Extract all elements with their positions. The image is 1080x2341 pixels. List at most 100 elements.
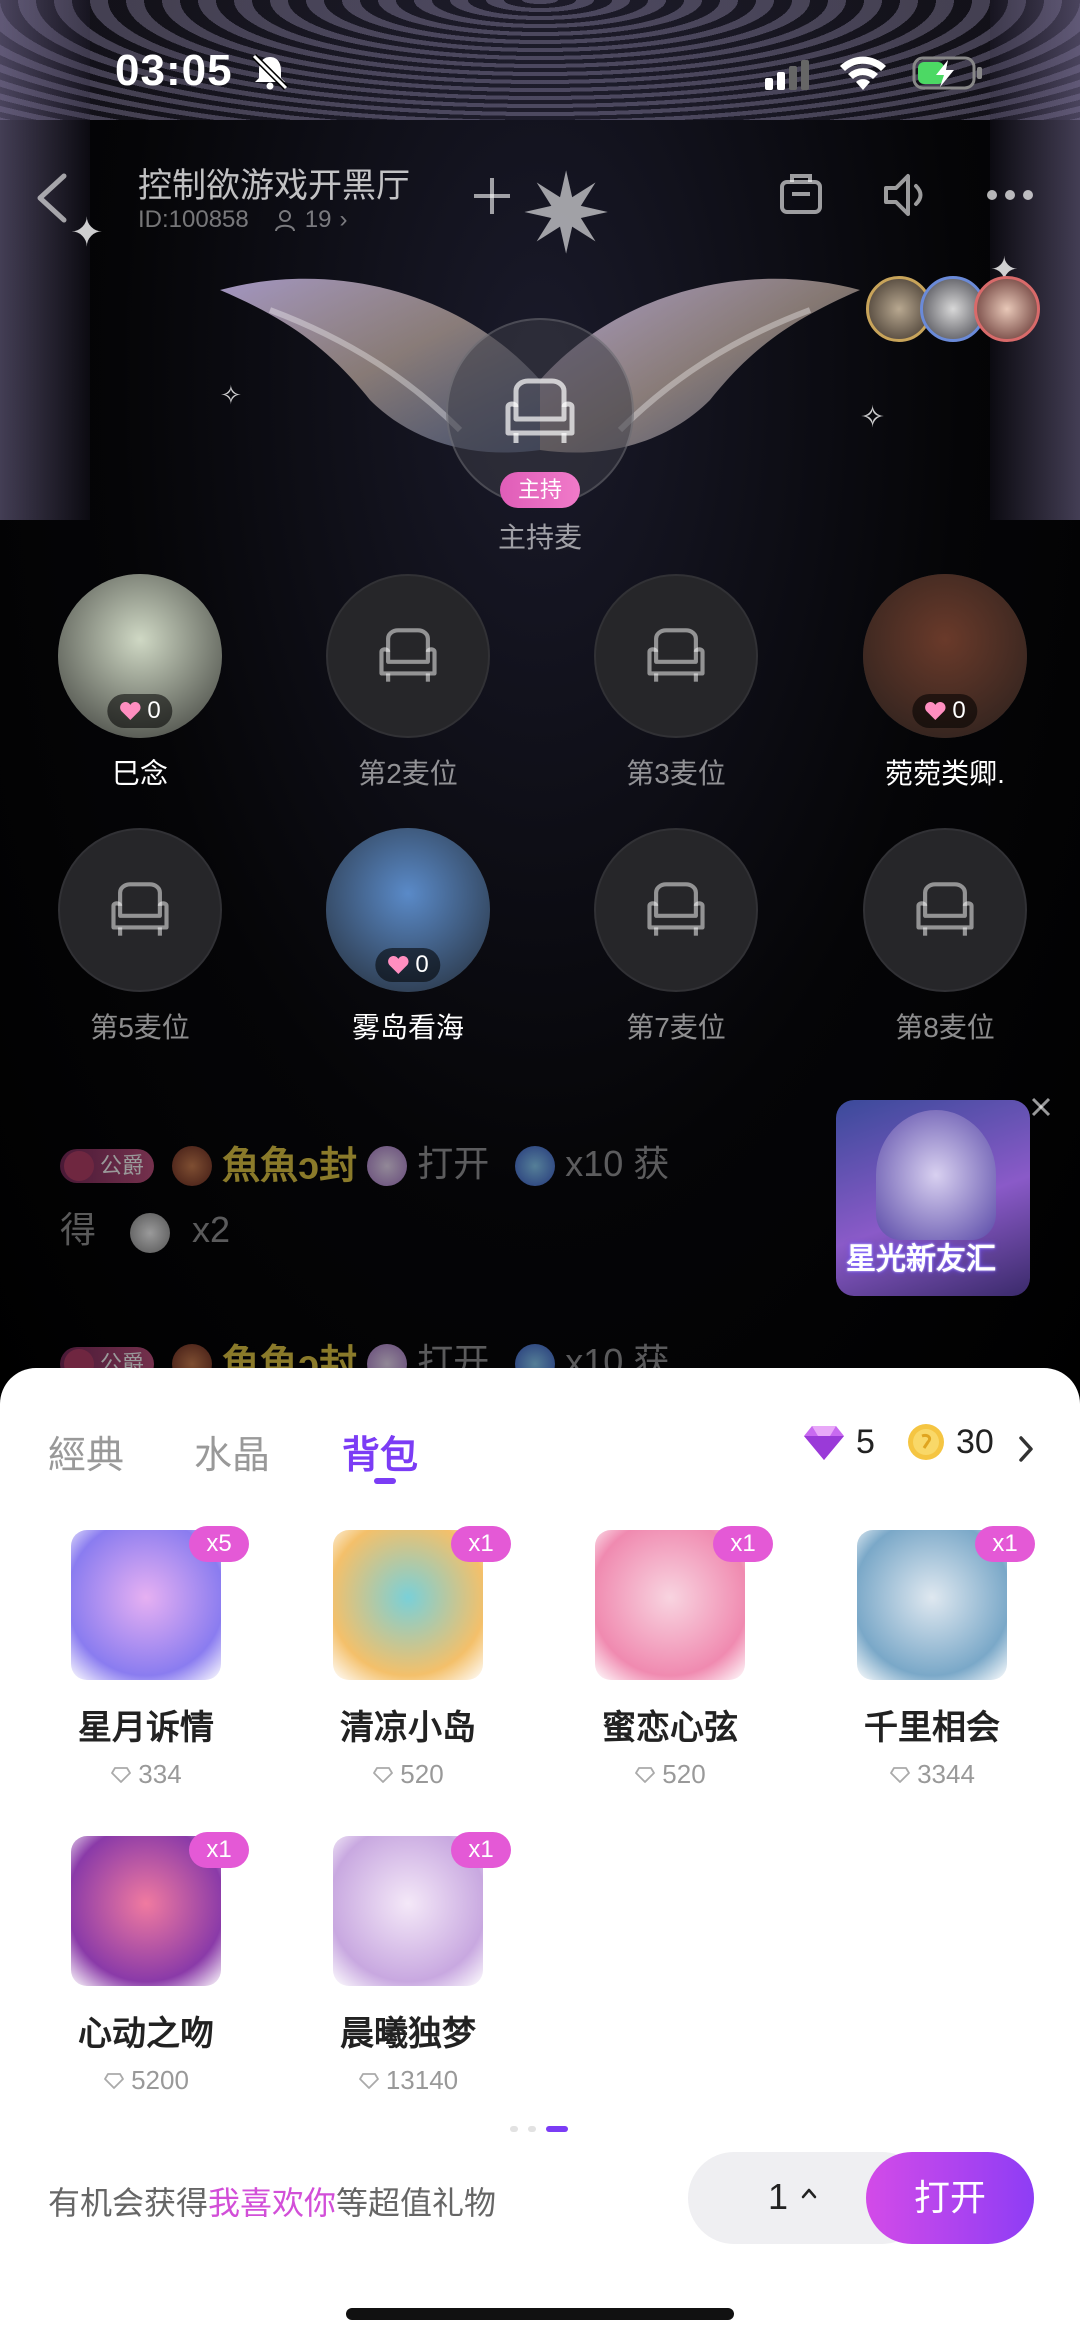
seat-name: 雾岛看海 bbox=[351, 1012, 464, 1043]
gift-item[interactable]: x1 清凉小岛 520 bbox=[298, 1526, 518, 1790]
tab-underline bbox=[374, 1478, 396, 1484]
page-dot bbox=[528, 2126, 536, 2132]
online-users[interactable] bbox=[866, 276, 1046, 346]
close-icon[interactable] bbox=[1026, 1092, 1056, 1122]
gift-price: 520 bbox=[298, 1759, 518, 1790]
mic-seat[interactable]: 第8麦位 bbox=[860, 828, 1030, 1046]
diamond-icon bbox=[804, 1426, 844, 1460]
promo-character bbox=[876, 1110, 996, 1240]
gift-price-value: 13140 bbox=[385, 2065, 459, 2095]
gift-item[interactable]: x1 心动之吻 5200 bbox=[36, 1832, 256, 2096]
chat-result-line2: 得 bbox=[60, 1209, 97, 1251]
gift-item[interactable]: x1 蜜恋心弦 520 bbox=[560, 1526, 780, 1790]
message-icon[interactable] bbox=[778, 172, 824, 218]
gift-item[interactable]: x1 千里相会 3344 bbox=[822, 1526, 1042, 1790]
tab-classic[interactable]: 經典 bbox=[48, 1424, 124, 1479]
hint-highlight[interactable]: 我喜欢你 bbox=[208, 2185, 336, 2221]
mic-seat[interactable]: 第2麦位 bbox=[323, 574, 493, 792]
seat-name: 第8麦位 bbox=[895, 1012, 995, 1043]
empty-seat[interactable] bbox=[58, 828, 222, 992]
gift-name: 清凉小岛 bbox=[340, 1709, 476, 1747]
gift-price: 13140 bbox=[298, 2065, 518, 2096]
mic-seat[interactable]: 第7麦位 bbox=[591, 828, 761, 1046]
reward-hint: 有机会获得我喜欢你等超值礼物 bbox=[48, 2178, 496, 2224]
back-icon[interactable] bbox=[30, 170, 74, 226]
heart-count: 0 bbox=[147, 697, 161, 724]
mic-seat[interactable]: 0 巳念 bbox=[55, 574, 225, 792]
gift-item[interactable]: x5 星月诉情 334 bbox=[36, 1526, 256, 1790]
seat-icon bbox=[916, 882, 974, 936]
follow-room-button[interactable] bbox=[462, 166, 522, 226]
tab-crystal[interactable]: 水晶 bbox=[194, 1424, 270, 1479]
speaker-icon[interactable] bbox=[882, 172, 932, 218]
seat-icon bbox=[647, 628, 705, 682]
star-decoration: ✦ bbox=[70, 211, 104, 255]
avatar[interactable]: 0 bbox=[58, 574, 222, 738]
status-time: 03:05 bbox=[115, 46, 233, 95]
page-indicator bbox=[510, 2126, 568, 2132]
chevron-right-small-icon: › bbox=[339, 206, 348, 233]
seat-name: 第2麦位 bbox=[358, 758, 458, 789]
mic-seat[interactable]: 0 雾岛看海 bbox=[323, 828, 493, 1046]
empty-seat[interactable] bbox=[594, 574, 758, 738]
mic-seat[interactable]: 0 菀菀类卿. bbox=[860, 574, 1030, 792]
host-badge: 主持 bbox=[500, 472, 580, 508]
mic-seat[interactable]: 第5麦位 bbox=[55, 828, 225, 1046]
room-meta: ID:100858 19 › bbox=[138, 206, 347, 234]
person-icon bbox=[274, 210, 295, 232]
page-dot-active bbox=[546, 2126, 568, 2132]
empty-seat[interactable] bbox=[594, 828, 758, 992]
bell-off-icon bbox=[251, 53, 289, 91]
battery-icon bbox=[912, 56, 982, 90]
gift-image bbox=[71, 1836, 221, 1986]
chat-qty: x10 bbox=[565, 1143, 624, 1184]
chevron-right-icon[interactable] bbox=[1016, 1434, 1036, 1464]
avatar[interactable]: 0 bbox=[326, 828, 490, 992]
mic-seat[interactable]: 第3麦位 bbox=[591, 574, 761, 792]
seat-name: 第5麦位 bbox=[90, 1012, 190, 1043]
chat-action: 打开 bbox=[417, 1143, 490, 1184]
coin-count: 30 bbox=[956, 1422, 994, 1461]
coin-balance[interactable]: 30 bbox=[906, 1422, 994, 1462]
chat-result: 获 bbox=[633, 1143, 670, 1184]
coin-icon bbox=[908, 1424, 944, 1460]
gift-image bbox=[595, 1530, 745, 1680]
heart-count: 0 bbox=[952, 697, 966, 724]
room-title: 控制欲游戏开黑厅 bbox=[138, 167, 410, 205]
gift-price-value: 334 bbox=[138, 1759, 182, 1789]
gift-image bbox=[333, 1530, 483, 1680]
hint-prefix: 有机会获得 bbox=[48, 2185, 209, 2221]
gift-price-value: 520 bbox=[662, 1759, 706, 1789]
seat-icon bbox=[505, 378, 575, 443]
drink-icon bbox=[130, 1212, 171, 1253]
gift-item[interactable]: x1 晨曦独梦 13140 bbox=[298, 1832, 518, 2096]
gift-box-icon bbox=[367, 1146, 408, 1187]
promo-banner[interactable]: 星光新友汇 bbox=[836, 1100, 1030, 1296]
seat-icon bbox=[379, 628, 437, 682]
seat-icon bbox=[647, 882, 705, 936]
avatar[interactable]: 0 bbox=[863, 574, 1027, 738]
online-count: 19 bbox=[304, 206, 332, 233]
empty-seat[interactable] bbox=[326, 574, 490, 738]
gift-image bbox=[71, 1530, 221, 1680]
gift-name: 千里相会 bbox=[864, 1709, 1000, 1747]
heart-icon bbox=[120, 702, 141, 720]
gift-price: 5200 bbox=[36, 2065, 256, 2096]
diamond-balance[interactable]: 5 bbox=[802, 1422, 875, 1462]
empty-seat[interactable] bbox=[863, 828, 1027, 992]
open-button[interactable]: 打开 bbox=[866, 2152, 1034, 2244]
heart-count-badge: 0 bbox=[107, 694, 173, 728]
gift-price: 334 bbox=[36, 1759, 256, 1790]
seat-name: 菀菀类卿. bbox=[885, 758, 1005, 789]
hint-suffix: 等超值礼物 bbox=[336, 2185, 497, 2221]
gem-icon bbox=[358, 2072, 379, 2089]
gem-icon bbox=[104, 2072, 124, 2089]
avatar[interactable] bbox=[974, 276, 1040, 342]
badge-duke: 公爵 bbox=[60, 1149, 155, 1184]
chat-nickname[interactable]: 魚魚ↄ封 bbox=[222, 1145, 357, 1187]
more-icon[interactable] bbox=[982, 172, 1038, 218]
candy-icon bbox=[515, 1146, 556, 1187]
tab-backpack[interactable]: 背包 bbox=[342, 1424, 418, 1479]
room-id: ID:100858 bbox=[138, 206, 249, 233]
wifi-icon bbox=[840, 56, 886, 90]
